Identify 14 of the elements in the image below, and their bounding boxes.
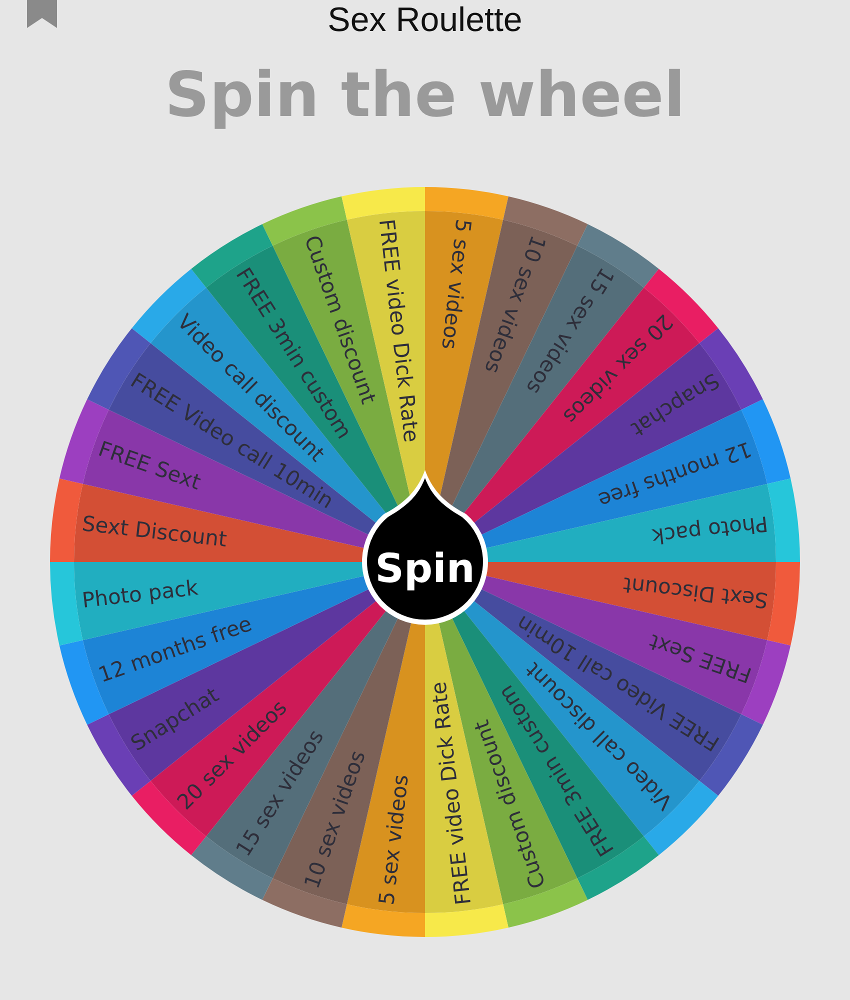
segment-label: FREE video Dick Rate [374,218,424,444]
segment-label: 5 sex videos [374,773,413,906]
segment-label: Sext Discount [80,511,228,552]
segment-label: Photo pack [650,511,770,548]
bookmark-icon[interactable] [27,0,57,28]
heading: Spin the wheel [164,60,686,130]
segment-label: FREE video Dick Rate [426,680,476,906]
segment-label: FREE Sext [95,436,204,495]
app-title: Sex Roulette [328,0,522,40]
segment-label: Photo pack [80,576,200,613]
spin-button[interactable]: Spin [362,470,488,625]
segment-label: Sext Discount [622,572,770,613]
segment-label: 5 sex videos [437,218,476,351]
segment-label: FREE Sext [646,629,755,688]
